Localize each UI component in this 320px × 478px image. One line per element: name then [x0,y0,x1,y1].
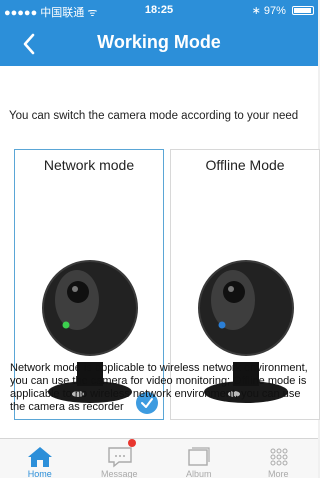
battery-percent: 97% [263,5,286,17]
network-mode-label: Network mode [43,157,135,173]
offline-mode-label: Offline Mode [205,157,285,173]
status-led [218,321,226,329]
battery-icon [292,6,314,15]
tab-more[interactable]: More [239,439,319,478]
message-icon [107,447,132,468]
tab-album-label: Album [185,469,212,478]
album-icon [188,447,210,466]
tab-message-label: Message [100,469,138,478]
tab-bar: Home Message Album More [0,438,318,478]
more-grid-icon [270,448,287,466]
tab-home[interactable]: Home [0,439,80,478]
content-area: You can switch the camera mode according… [0,66,320,438]
home-icon [28,447,52,467]
nav-bar: Working Mode [0,20,318,66]
tab-message[interactable]: Message [80,439,160,478]
status-bar: ●●●●● 中国联通 ᯤ 18:25 ∗ 97% [0,0,318,20]
mode-description: Network mode is applicable to wireless n… [10,362,308,413]
tab-more-label: More [267,469,289,478]
message-badge [127,439,136,447]
bluetooth-icon: ∗ [251,5,261,17]
page-title: Working Mode [97,32,221,52]
tab-album[interactable]: Album [159,439,239,478]
battery-indicator: ∗ 97% [252,4,314,17]
status-led [62,321,70,329]
tab-home-label: Home [27,469,52,478]
intro-text: You can switch the camera mode according… [9,110,299,122]
